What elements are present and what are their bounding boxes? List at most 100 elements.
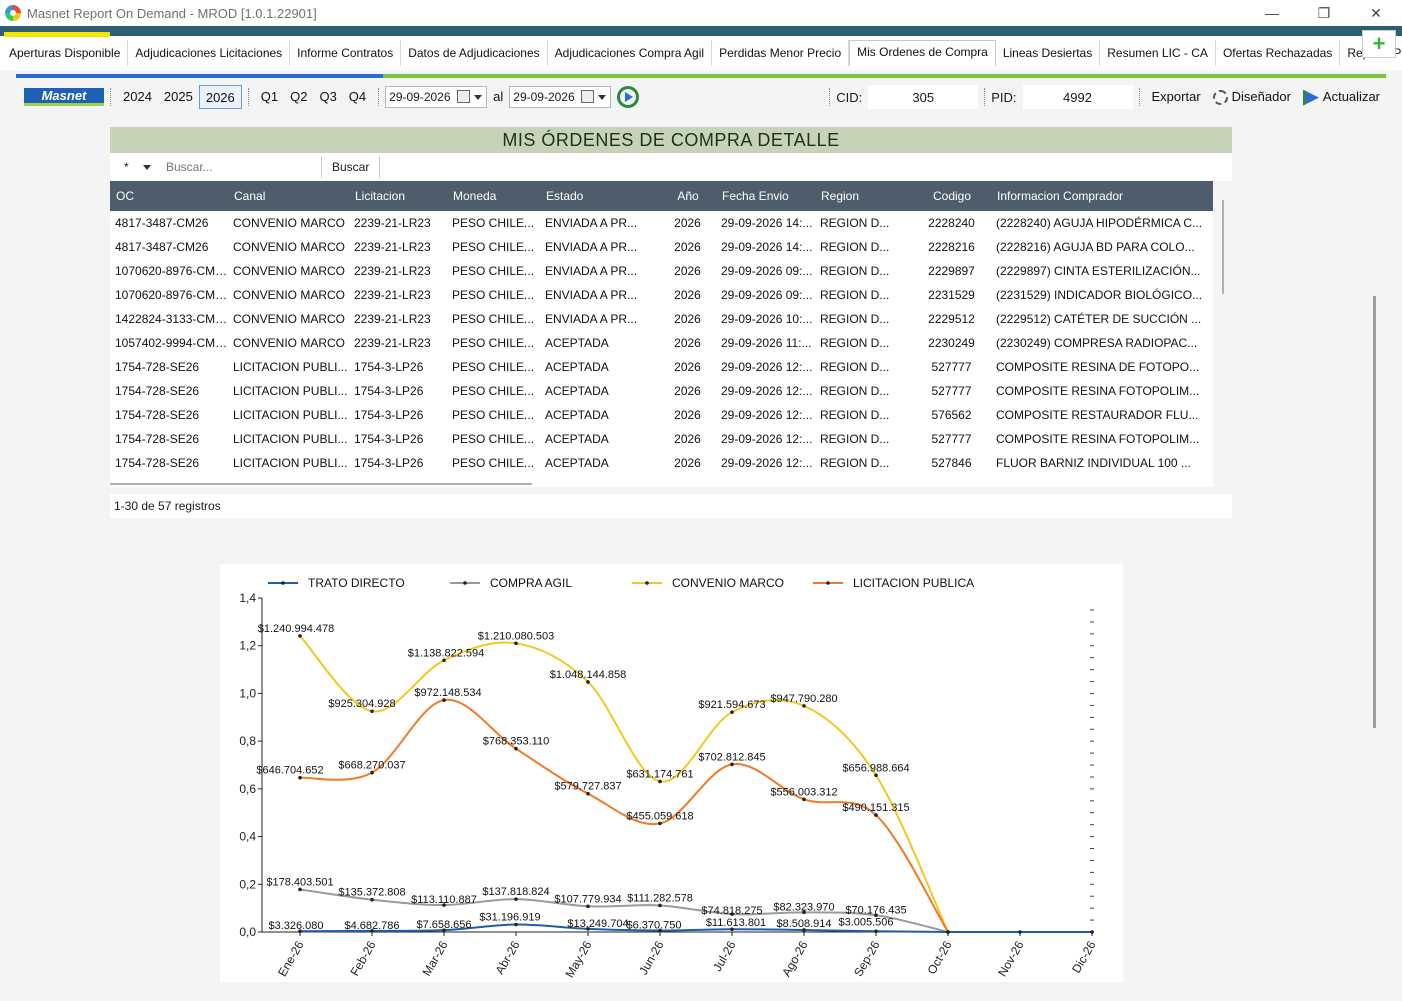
tab-aperturas[interactable]: Aperturas Disponible: [2, 40, 129, 66]
y-tick-label: 0,0: [239, 925, 256, 939]
export-button[interactable]: Exportar: [1146, 85, 1207, 109]
col-header-ano[interactable]: Año: [654, 181, 716, 211]
data-label: $925.304.928: [328, 698, 395, 710]
legend-entry[interactable]: CONVENIO MARCO: [632, 576, 784, 590]
col-header-codigo[interactable]: Codigo: [907, 181, 991, 211]
cell-codigo: 2228240: [928, 216, 975, 230]
table-row[interactable]: 1422824-3133-CM26 CONVENIO MARCO 2239-21-L…: [110, 307, 1213, 331]
cell-fecha-envio: 29-09-2026 12:...: [721, 456, 813, 470]
tab-mis-ordenes-compra[interactable]: Mis Ordenes de Compra: [849, 40, 996, 66]
data-label: $74.818.275: [701, 905, 762, 917]
y-tick-label: 0,8: [239, 734, 256, 748]
tab-informe-contratos[interactable]: Informe Contratos: [290, 40, 402, 66]
tab-adjudicaciones-licitaciones[interactable]: Adjudicaciones Licitaciones: [128, 40, 291, 66]
cell-oc: 1754-728-SE26: [115, 384, 200, 398]
cell-region: REGION D...: [820, 384, 890, 398]
tab-lineas-desiertas[interactable]: Lineas Desiertas: [996, 40, 1101, 66]
legend-entry[interactable]: COMPRA AGIL: [450, 576, 572, 590]
grid-vertical-scrollbar[interactable]: [1222, 200, 1224, 294]
cell-region: REGION D...: [820, 240, 890, 254]
q1-button[interactable]: Q1: [255, 85, 284, 109]
date-to-picker[interactable]: 29-09-2026: [509, 86, 612, 108]
app-logo-icon: [5, 5, 21, 21]
col-header-fecha-envio[interactable]: Fecha Envio: [716, 181, 815, 211]
y-tick-label: 0,6: [239, 782, 256, 796]
search-input[interactable]: [154, 156, 322, 178]
report-tabs: Aperturas Disponible Adjudicaciones Lici…: [2, 40, 1402, 66]
toolbar-separator: [110, 88, 111, 106]
table-row[interactable]: 4817-3487-CM26 CONVENIO MARCO 2239-21-LR23…: [110, 235, 1213, 259]
cell-oc: 4817-3487-CM26: [115, 216, 209, 230]
table-row[interactable]: 1754-728-SE26 LICITACION PUBLI... 1754-3-L…: [110, 451, 1213, 475]
cell-ano: 2026: [674, 384, 701, 398]
table-row[interactable]: 1754-728-SE26 LICITACION PUBLI... 1754-3-L…: [110, 403, 1213, 427]
table-row[interactable]: 1754-728-SE26 LICITACION PUBLI... 1754-3-L…: [110, 355, 1213, 379]
col-header-estado[interactable]: Estado: [540, 181, 654, 211]
table-row[interactable]: 1070620-8976-CM26 CONVENIO MARCO 2239-21-L…: [110, 283, 1213, 307]
restore-button[interactable]: ❐: [1298, 0, 1350, 26]
tab-perdidas-menor-precio[interactable]: Perdidas Menor Precio: [712, 40, 850, 66]
data-label: $947.790.280: [770, 693, 837, 705]
col-header-info-comprador[interactable]: Informacion Comprador: [991, 181, 1213, 211]
pid-label: PID:: [991, 89, 1017, 105]
minimize-button[interactable]: —: [1246, 0, 1298, 26]
update-button[interactable]: Actualizar: [1297, 85, 1386, 109]
col-header-moneda[interactable]: Moneda: [447, 181, 540, 211]
cell-estado: ACEPTADA: [545, 408, 609, 422]
table-row[interactable]: 1070620-8976-CM26 CONVENIO MARCO 2239-21-L…: [110, 259, 1213, 283]
cell-info-comprador: (2230249) COMPRESA RADIOPAC...: [996, 336, 1198, 350]
cell-codigo: 527777: [931, 432, 972, 446]
col-header-licitacion[interactable]: Licitacion: [349, 181, 447, 211]
legend-entry[interactable]: TRATO DIRECTO: [268, 576, 405, 590]
search-filter-dropdown[interactable]: *: [110, 156, 154, 178]
grid-horizontal-scrollbar[interactable]: [110, 483, 532, 485]
cell-codigo: 576562: [931, 408, 972, 422]
run-query-icon[interactable]: [617, 86, 640, 108]
legend-label: CONVENIO MARCO: [672, 576, 784, 590]
cell-licitacion: 1754-3-LP26: [354, 360, 424, 374]
cell-fecha-envio: 29-09-2026 12:...: [721, 384, 813, 398]
year-2025-button[interactable]: 2025: [158, 85, 199, 109]
tab-ofertas-rechazadas[interactable]: Ofertas Rechazadas: [1216, 40, 1341, 66]
x-tick-label: Nov-26: [995, 938, 1027, 979]
page-vertical-scrollbar[interactable]: [1373, 296, 1376, 728]
table-row[interactable]: 1754-728-SE26 LICITACION PUBLI... 1754-3-L…: [110, 427, 1213, 451]
cell-moneda: PESO CHILE...: [452, 264, 535, 278]
table-row[interactable]: 4817-3487-CM26 CONVENIO MARCO 2239-21-LR23…: [110, 211, 1213, 235]
calendar-icon[interactable]: [581, 90, 595, 103]
cell-canal: LICITACION PUBLI...: [233, 456, 348, 470]
date-from-picker[interactable]: 29-09-2026: [385, 86, 488, 108]
date-to-value: 29-09-2026: [513, 90, 575, 104]
cell-fecha-envio: 29-09-2026 09:...: [721, 264, 813, 278]
cell-ano: 2026: [674, 288, 701, 302]
legend-entry[interactable]: LICITACION PUBLICA: [813, 576, 974, 590]
search-button[interactable]: Buscar: [322, 156, 381, 178]
cell-region: REGION D...: [820, 288, 890, 302]
tab-adjudicaciones-compra-agil[interactable]: Adjudicaciones Compra Agil: [548, 40, 713, 66]
y-tick-label: 1,4: [239, 591, 256, 605]
cell-oc: 1422824-3133-CM26: [115, 312, 228, 326]
tab-resumen-lic-ca[interactable]: Resumen LIC - CA: [1100, 40, 1216, 66]
chevron-down-icon[interactable]: [598, 95, 607, 100]
add-tab-button[interactable]: +: [1362, 30, 1396, 58]
tab-datos-adjudicaciones[interactable]: Datos de Adjudicaciones: [401, 40, 548, 66]
cell-codigo: 2228216: [928, 240, 975, 254]
year-2024-button[interactable]: 2024: [117, 85, 158, 109]
q2-button[interactable]: Q2: [284, 85, 313, 109]
filter-toolbar: Masnet 2024 2025 2026 Q1 Q2 Q3 Q4 29-09-…: [16, 80, 1386, 114]
legend-marker: [463, 581, 467, 585]
calendar-icon[interactable]: [457, 90, 471, 103]
designer-button[interactable]: Diseñador: [1207, 85, 1297, 109]
close-button[interactable]: ✕: [1350, 0, 1402, 26]
col-header-region[interactable]: Region: [815, 181, 907, 211]
col-header-canal[interactable]: Canal: [228, 181, 349, 211]
table-row[interactable]: 1057402-9994-CM26 CONVENIO MARCO 2239-21-L…: [110, 331, 1213, 355]
year-2026-button[interactable]: 2026: [198, 85, 242, 109]
q4-button[interactable]: Q4: [343, 85, 372, 109]
x-tick-label: Mar-26: [419, 938, 450, 978]
cell-info-comprador: (2231529) INDICADOR BIOLÓGICO...: [996, 288, 1203, 302]
q3-button[interactable]: Q3: [313, 85, 342, 109]
chevron-down-icon[interactable]: [474, 95, 483, 100]
col-header-oc[interactable]: OC: [110, 181, 228, 211]
table-row[interactable]: 1754-728-SE26 LICITACION PUBLI... 1754-3-L…: [110, 379, 1213, 403]
